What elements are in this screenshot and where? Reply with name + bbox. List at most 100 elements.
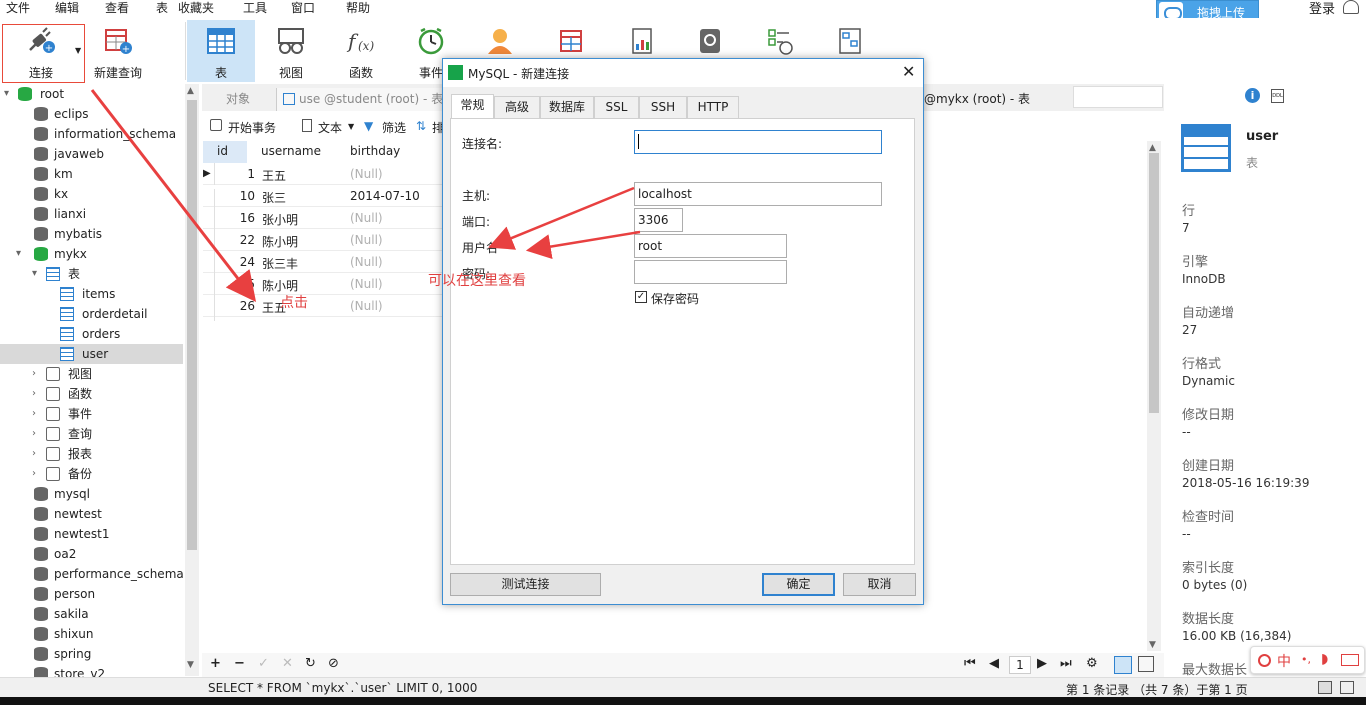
ddl-icon[interactable]: DDL — [1271, 89, 1284, 103]
tree-item-folder[interactable]: › 报表 — [0, 444, 183, 464]
cell-birthday[interactable]: (Null) — [350, 211, 383, 225]
form-view-icon[interactable] — [1138, 656, 1154, 672]
ok-button[interactable]: 确定 — [762, 573, 835, 596]
apply-button[interactable]: ✓ — [258, 656, 269, 671]
tree-scroll-thumb[interactable] — [187, 100, 197, 550]
info-icon[interactable]: i — [1245, 88, 1260, 103]
add-record-button[interactable]: + — [210, 656, 221, 671]
user-icon[interactable] — [1343, 0, 1359, 14]
tree-item-db[interactable]: kx — [0, 184, 183, 204]
table-row[interactable]: ▶ 1 王五 (Null) — [203, 163, 443, 185]
tree-item-db[interactable]: performance_schema — [0, 564, 184, 584]
cell-id[interactable]: 24 — [203, 255, 255, 269]
tree-item-folder[interactable]: › 函数 — [0, 384, 183, 404]
ime-punct-icon[interactable]: •, — [1301, 653, 1311, 666]
table-row[interactable]: 25 陈小明 (Null) — [203, 273, 443, 299]
tree-item-root[interactable]: ▾ root — [0, 84, 183, 104]
menu-tools[interactable]: 工具 — [243, 0, 267, 16]
tree-item-folder[interactable]: › 查询 — [0, 424, 183, 444]
tree-item-tables-folder[interactable]: ▾ 表 — [0, 264, 183, 284]
grid-view-icon[interactable] — [1114, 656, 1132, 674]
cell-id[interactable]: 22 — [203, 233, 255, 247]
discard-button[interactable]: ✕ — [282, 656, 293, 671]
chevron-down-icon[interactable]: ▼ — [187, 660, 194, 670]
tree-item-folder[interactable]: › 备份 — [0, 464, 183, 484]
chevron-icon[interactable]: › — [32, 424, 36, 444]
cell-birthday[interactable]: (Null) — [350, 277, 383, 291]
tree-item-table[interactable]: items — [0, 284, 183, 304]
cell-username[interactable]: 张三丰 — [262, 255, 298, 272]
sort-button[interactable]: 排 — [432, 119, 442, 136]
filter-button[interactable]: 筛选 — [382, 119, 406, 136]
column-header-username[interactable]: username — [261, 144, 321, 158]
chevron-up-icon[interactable]: ▲ — [1149, 143, 1156, 153]
column-header-id[interactable]: id — [217, 144, 228, 158]
chevron-icon[interactable]: ▾ — [4, 84, 9, 104]
menu-file[interactable]: 文件 — [6, 0, 30, 16]
menu-help[interactable]: 帮助 — [346, 0, 370, 16]
host-input[interactable]: localhost — [634, 182, 882, 206]
column-header-birthday[interactable]: birthday — [350, 144, 400, 158]
toolbar-view-button[interactable]: 视图 — [260, 20, 322, 82]
first-page-button[interactable]: ⏮ — [964, 656, 976, 671]
panel-icon-2[interactable] — [1340, 681, 1354, 694]
cell-birthday[interactable]: (Null) — [350, 167, 383, 181]
password-input[interactable] — [634, 260, 787, 284]
username-input[interactable]: root — [634, 234, 787, 258]
cell-id[interactable]: 16 — [203, 211, 255, 225]
login-link[interactable]: 登录 — [1309, 0, 1335, 17]
cell-birthday[interactable]: (Null) — [350, 233, 383, 247]
test-connection-button[interactable]: 测试连接 — [450, 573, 601, 596]
tab-query[interactable]: use @student (root) - 表 — [276, 88, 446, 111]
tab-ssh[interactable]: SSH — [639, 96, 687, 118]
tree-item-table[interactable]: orderdetail — [0, 304, 183, 324]
stop-icon[interactable]: ⊘ — [328, 656, 339, 671]
chevron-icon[interactable]: ▾ — [32, 264, 37, 284]
menu-edit[interactable]: 编辑 — [55, 0, 79, 16]
chevron-icon[interactable]: › — [32, 464, 36, 484]
cell-username[interactable]: 张三 — [262, 189, 286, 206]
cell-birthday[interactable]: 2014-07-10 — [350, 189, 420, 203]
grid-scroll-thumb[interactable] — [1149, 153, 1159, 413]
tab-general[interactable]: 常规 — [451, 94, 494, 119]
table-row[interactable]: 16 张小明 (Null) — [203, 207, 443, 233]
prev-page-button[interactable]: ◀ — [989, 656, 999, 671]
toolbar-table-button[interactable]: 表 — [187, 20, 255, 82]
tree-item-db[interactable]: person — [0, 584, 183, 604]
delete-record-button[interactable]: − — [234, 656, 245, 671]
text-view-button[interactable]: 文本 — [318, 119, 342, 136]
tree-item-db[interactable]: oa2 — [0, 544, 183, 564]
last-page-button[interactable]: ⏭ — [1060, 656, 1072, 671]
grid-scrollbar[interactable] — [1147, 141, 1161, 651]
panel-icon[interactable] — [1318, 681, 1332, 694]
toolbar-new-query-button[interactable]: + 新建查询 — [88, 20, 148, 82]
tree-item-db[interactable]: km — [0, 164, 183, 184]
tab-objects[interactable]: 对象 — [226, 88, 250, 111]
tree-item-db[interactable]: mybatis — [0, 224, 183, 244]
menu-table[interactable]: 表 — [156, 0, 168, 16]
tab-advanced[interactable]: 高级 — [494, 96, 540, 118]
tab-mykx-user[interactable]: @mykx (root) - 表 — [924, 88, 1030, 111]
chevron-icon[interactable]: › — [32, 444, 36, 464]
chevron-icon[interactable]: ▾ — [16, 244, 21, 264]
save-password-checkbox[interactable]: ✓ — [635, 291, 647, 303]
tree-item-db[interactable]: spring — [0, 644, 183, 664]
tree-item-folder[interactable]: › 视图 — [0, 364, 183, 384]
cell-birthday[interactable]: (Null) — [350, 299, 383, 313]
tree-item-folder[interactable]: › 事件 — [0, 404, 183, 424]
conn-name-input[interactable] — [634, 130, 882, 154]
cell-id[interactable]: 25 — [203, 277, 255, 291]
cell-username[interactable]: 王五 — [262, 167, 286, 184]
tree-item-db[interactable]: sakila — [0, 604, 183, 624]
tab-database[interactable]: 数据库 — [540, 96, 594, 118]
chevron-icon[interactable]: › — [32, 404, 36, 424]
table-row[interactable]: 26 王五 (Null) — [203, 295, 443, 321]
next-page-button[interactable]: ▶ — [1037, 656, 1047, 671]
menu-favorites[interactable]: 收藏夹 — [178, 0, 214, 16]
tree-item-db[interactable]: lianxi — [0, 204, 183, 224]
table-row[interactable]: 22 陈小明 (Null) — [203, 229, 443, 255]
chevron-up-icon[interactable]: ▲ — [187, 86, 194, 96]
chevron-icon[interactable]: › — [32, 364, 36, 384]
tree-item-db[interactable]: shixun — [0, 624, 183, 644]
cell-id[interactable]: 10 — [203, 189, 255, 203]
